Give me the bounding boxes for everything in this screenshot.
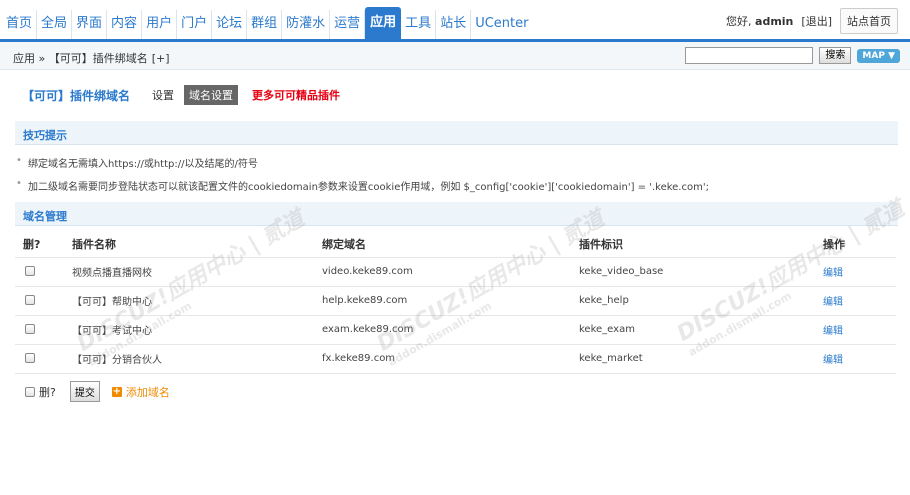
delete-checkbox[interactable] (25, 266, 35, 276)
edit-link[interactable]: 编辑 (823, 326, 843, 337)
col-delete: 删? (15, 232, 72, 258)
plugin-id-cell: keke_help (579, 286, 823, 316)
nav-item-content[interactable]: 内容 (107, 10, 143, 39)
nav-item-ucenter[interactable]: UCenter (471, 10, 532, 39)
nav-item-operations[interactable]: 运营 (330, 10, 366, 39)
nav-item-global[interactable]: 全局 (37, 10, 73, 39)
domain-cell: exam.keke89.com (322, 315, 579, 345)
col-action: 操作 (823, 232, 896, 258)
breadcrumb-add-shortcut[interactable]: [+] (152, 52, 170, 65)
main-nav: 首页 全局 界面 内容 用户 门户 论坛 群组 防灌水 运营 应用 工具 站长 … (2, 7, 532, 39)
more-plugins-link[interactable]: 更多可可精品插件 (252, 87, 340, 103)
plugin-id-cell: keke_market (579, 344, 823, 374)
plugin-name-cell: 视频点播直播网校 (72, 257, 322, 287)
table-row: 视频点播直播网校 video.keke89.com keke_video_bas… (15, 257, 896, 287)
delete-checkbox[interactable] (25, 295, 35, 305)
submit-button[interactable]: 提交 (69, 381, 100, 402)
nav-item-webmaster[interactable]: 站长 (436, 10, 472, 39)
table-row: 【可可】分销合伙人 fx.keke89.com keke_market 编辑 (15, 344, 896, 374)
tips-section-header: 技巧提示 (15, 121, 898, 145)
plugin-name-cell: 【可可】帮助中心 (72, 286, 322, 316)
add-icon[interactable]: + (111, 386, 122, 397)
site-home-button[interactable]: 站点首页 (840, 8, 898, 34)
plugin-name-cell: 【可可】考试中心 (72, 315, 322, 345)
nav-item-interface[interactable]: 界面 (72, 10, 108, 39)
domain-cell: video.keke89.com (322, 257, 579, 287)
top-nav-bar: 首页 全局 界面 内容 用户 门户 论坛 群组 防灌水 运营 应用 工具 站长 … (0, 0, 910, 42)
delete-all-checkbox[interactable] (25, 386, 35, 397)
tip-item: 绑定域名无需填入https://或http://以及结尾的/符号 (16, 155, 258, 170)
map-button[interactable]: MAP ▼ (857, 48, 900, 63)
delete-checkbox[interactable] (25, 353, 35, 363)
nav-item-groups[interactable]: 群组 (247, 10, 283, 39)
delete-all-label: 删? (39, 385, 56, 399)
table-footer: 删? 提交 + 添加域名 (25, 381, 170, 402)
nav-item-users[interactable]: 用户 (142, 10, 178, 39)
breadcrumb-text: 应用 » 【可可】插件绑域名 (13, 52, 148, 65)
domains-header: 域名管理 (23, 210, 67, 223)
breadcrumb-bar: 应用 » 【可可】插件绑域名 [+] 搜索 MAP ▼ (0, 42, 910, 70)
nav-item-portal[interactable]: 门户 (177, 10, 213, 39)
tips-header: 技巧提示 (23, 129, 67, 142)
greeting-text: 您好, (726, 15, 752, 28)
tab-settings[interactable]: 设置 (152, 87, 174, 103)
search-area: 搜索 MAP ▼ (685, 47, 900, 64)
nav-item-tools[interactable]: 工具 (401, 10, 437, 39)
domain-table: 删? 插件名称 绑定域名 插件标识 操作 视频点播直播网校 video.keke… (15, 232, 896, 374)
domain-cell: fx.keke89.com (322, 344, 579, 374)
tip-item: 加二级域名需要同步登陆状态可以就该配置文件的cookiedomain参数来设置c… (16, 178, 709, 193)
delete-checkbox[interactable] (25, 324, 35, 334)
add-domain-link[interactable]: 添加域名 (126, 384, 170, 400)
search-input[interactable] (685, 47, 814, 64)
domains-section-header: 域名管理 (15, 202, 898, 226)
nav-item-apps[interactable]: 应用 (365, 7, 402, 39)
search-button[interactable]: 搜索 (819, 47, 852, 64)
edit-link[interactable]: 编辑 (823, 355, 843, 366)
col-plugin-id: 插件标识 (579, 232, 823, 258)
table-header-row: 删? 插件名称 绑定域名 插件标识 操作 (15, 232, 896, 258)
plugin-id-cell: keke_video_base (579, 257, 823, 287)
user-greeting: 您好, admin (726, 13, 793, 29)
domain-cell: help.keke89.com (322, 286, 579, 316)
plugin-title: 【可可】插件绑域名 (22, 88, 131, 103)
col-plugin-name: 插件名称 (72, 232, 322, 258)
nav-item-forum[interactable]: 论坛 (212, 10, 248, 39)
nav-item-antispam[interactable]: 防灌水 (282, 10, 331, 39)
plugin-header: 【可可】插件绑域名 设置 域名设置 更多可可精品插件 (22, 85, 340, 105)
col-domain: 绑定域名 (322, 232, 579, 258)
plugin-id-cell: keke_exam (579, 315, 823, 345)
tab-domain-settings[interactable]: 域名设置 (184, 85, 239, 105)
edit-link[interactable]: 编辑 (823, 268, 843, 279)
plugin-name-cell: 【可可】分销合伙人 (72, 344, 322, 374)
table-row: 【可可】帮助中心 help.keke89.com keke_help 编辑 (15, 286, 896, 316)
logout-link[interactable]: [退出] (801, 13, 832, 29)
edit-link[interactable]: 编辑 (823, 297, 843, 308)
breadcrumb: 应用 » 【可可】插件绑域名 [+] (13, 50, 170, 66)
user-box: 您好, admin [退出] 站点首页 (726, 8, 898, 34)
table-row: 【可可】考试中心 exam.keke89.com keke_exam 编辑 (15, 315, 896, 345)
nav-item-home[interactable]: 首页 (2, 10, 38, 39)
username: admin (755, 15, 794, 28)
